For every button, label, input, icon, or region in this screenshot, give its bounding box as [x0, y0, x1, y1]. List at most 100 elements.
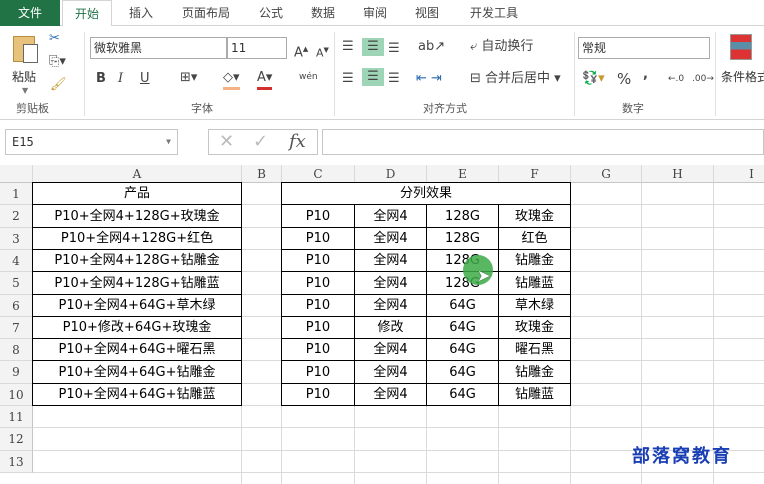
column-header-F[interactable]: F — [499, 165, 571, 183]
split-cell[interactable]: P10 — [281, 204, 355, 228]
align-center-icon[interactable]: ☰ — [362, 68, 384, 86]
paste-button[interactable]: 粘贴 ▼ — [10, 34, 44, 104]
font-color-icon[interactable]: A▾ — [257, 69, 273, 90]
table-a-cell[interactable]: P10+全网4+128G+玫瑰金 — [32, 204, 242, 228]
font-name-select[interactable]: 微软雅黑 — [90, 37, 227, 59]
align-right-icon[interactable]: ☰ — [388, 70, 400, 88]
insert-function-button[interactable]: fx — [289, 130, 306, 154]
split-cell[interactable]: P10 — [281, 338, 355, 361]
split-cell[interactable]: P10 — [281, 316, 355, 339]
column-header-H[interactable]: H — [642, 165, 714, 183]
underline-button[interactable]: U — [140, 70, 150, 88]
tab-5[interactable]: 数据 — [300, 0, 346, 26]
split-cell[interactable]: 128G — [426, 227, 499, 250]
split-cell[interactable]: 曜石黑 — [498, 338, 571, 361]
wrap-text-button[interactable]: ⤶ 自动换行 — [470, 38, 533, 56]
row-header-2[interactable]: 2 — [0, 205, 33, 228]
orientation-icon[interactable]: ab↗ — [418, 38, 445, 56]
split-cell[interactable]: 全网4 — [354, 204, 427, 228]
table-a-cell[interactable]: P10+全网4+64G+曜石黑 — [32, 338, 242, 361]
tab-3[interactable]: 页面布局 — [170, 0, 242, 26]
row-header-4[interactable]: 4 — [0, 250, 33, 272]
select-all-corner[interactable] — [0, 165, 33, 183]
indent-icons[interactable]: ⇤ ⇥ — [416, 70, 442, 88]
cut-icon[interactable]: ✂ — [49, 30, 60, 48]
row-header-1[interactable]: 1 — [0, 183, 33, 205]
split-cell[interactable]: 全网4 — [354, 249, 427, 272]
split-cell[interactable]: P10 — [281, 227, 355, 250]
conditional-format-button[interactable]: 条件格式 — [720, 32, 764, 98]
split-cell[interactable]: 红色 — [498, 227, 571, 250]
row-header-11[interactable]: 11 — [0, 406, 33, 428]
table-a-cell[interactable]: P10+全网4+128G+红色 — [32, 227, 242, 250]
copy-icon[interactable]: ⎘▾ — [49, 53, 66, 71]
column-header-D[interactable]: D — [355, 165, 427, 183]
table-a-cell[interactable]: P10+修改+64G+玫瑰金 — [32, 316, 242, 339]
enter-icon[interactable]: ✓ — [253, 130, 268, 154]
split-cell[interactable]: 钻雕金 — [498, 249, 571, 272]
split-cell[interactable]: P10 — [281, 383, 355, 406]
split-cell[interactable]: 钻雕蓝 — [498, 271, 571, 295]
table-a-cell[interactable]: P10+全网4+128G+钻雕金 — [32, 249, 242, 272]
split-cell[interactable]: 全网4 — [354, 383, 427, 406]
formula-input[interactable] — [322, 129, 764, 155]
fill-color-icon[interactable]: ◇▾ — [223, 69, 240, 90]
increase-decimal-icon[interactable]: ←.0 — [668, 70, 684, 88]
tab-6[interactable]: 审阅 — [352, 0, 398, 26]
split-cell[interactable]: 全网4 — [354, 271, 427, 295]
decrease-decimal-icon[interactable]: .00→ — [692, 70, 714, 88]
border-icon[interactable]: ⊞▾ — [180, 69, 197, 87]
cancel-icon[interactable]: ✕ — [219, 130, 234, 154]
number-format-select[interactable]: 常规 — [578, 37, 710, 59]
split-cell[interactable]: P10 — [281, 271, 355, 295]
tab-7[interactable]: 视图 — [404, 0, 450, 26]
split-cell[interactable]: 64G — [426, 383, 499, 406]
split-cell[interactable]: P10 — [281, 360, 355, 384]
shrink-font-icon[interactable]: A▼ — [316, 41, 329, 63]
grow-font-icon[interactable]: A▲ — [294, 40, 308, 62]
table-a-cell[interactable]: P10+全网4+128G+钻雕蓝 — [32, 271, 242, 295]
split-cell[interactable]: 修改 — [354, 316, 427, 339]
split-cell[interactable]: 草木绿 — [498, 294, 571, 317]
split-cell[interactable]: P10 — [281, 294, 355, 317]
row-header-12[interactable]: 12 — [0, 428, 33, 451]
column-header-I[interactable]: I — [714, 165, 764, 183]
comma-button[interactable]: , — [643, 66, 648, 84]
row-header-9[interactable]: 9 — [0, 361, 33, 384]
italic-button[interactable]: I — [118, 70, 123, 88]
row-header-6[interactable]: 6 — [0, 295, 33, 317]
split-cell[interactable]: 全网4 — [354, 360, 427, 384]
split-cell[interactable]: 64G — [426, 294, 499, 317]
split-cell[interactable]: 64G — [426, 316, 499, 339]
table-a-cell[interactable]: P10+全网4+64G+钻雕金 — [32, 360, 242, 384]
row-header-3[interactable]: 3 — [0, 228, 33, 250]
column-header-C[interactable]: C — [282, 165, 355, 183]
table-a-cell[interactable]: P10+全网4+64G+钻雕蓝 — [32, 383, 242, 406]
row-header-5[interactable]: 5 — [0, 272, 33, 295]
align-middle-icon[interactable]: ☰ — [362, 38, 384, 56]
split-cell[interactable]: 全网4 — [354, 338, 427, 361]
name-box[interactable]: E15 ▼ — [5, 129, 178, 155]
column-header-E[interactable]: E — [427, 165, 499, 183]
split-cell[interactable]: 全网4 — [354, 227, 427, 250]
column-header-G[interactable]: G — [571, 165, 642, 183]
split-cell[interactable]: 64G — [426, 360, 499, 384]
row-header-10[interactable]: 10 — [0, 384, 33, 406]
split-cell[interactable]: 钻雕蓝 — [498, 383, 571, 406]
tab-4[interactable]: 公式 — [248, 0, 294, 26]
table-a-cell[interactable]: P10+全网4+64G+草木绿 — [32, 294, 242, 317]
align-left-icon[interactable]: ☰ — [342, 70, 354, 88]
phonetic-icon[interactable]: wén — [299, 68, 318, 86]
font-size-select[interactable]: 11 — [227, 37, 287, 59]
split-cell[interactable]: 64G — [426, 338, 499, 361]
align-bottom-icon[interactable]: ☰ — [388, 40, 400, 58]
split-cell[interactable]: 钻雕金 — [498, 360, 571, 384]
cell-c1-merged-header[interactable]: 分列效果 — [281, 182, 571, 205]
format-painter-icon[interactable]: 🖌 — [50, 76, 67, 94]
currency-icon[interactable]: 💱▾ — [582, 70, 605, 88]
row-header-13[interactable]: 13 — [0, 451, 33, 473]
split-cell[interactable]: 玫瑰金 — [498, 204, 571, 228]
column-header-A[interactable]: A — [33, 165, 242, 183]
tab-0[interactable]: 文件 — [0, 0, 60, 26]
split-cell[interactable]: P10 — [281, 249, 355, 272]
